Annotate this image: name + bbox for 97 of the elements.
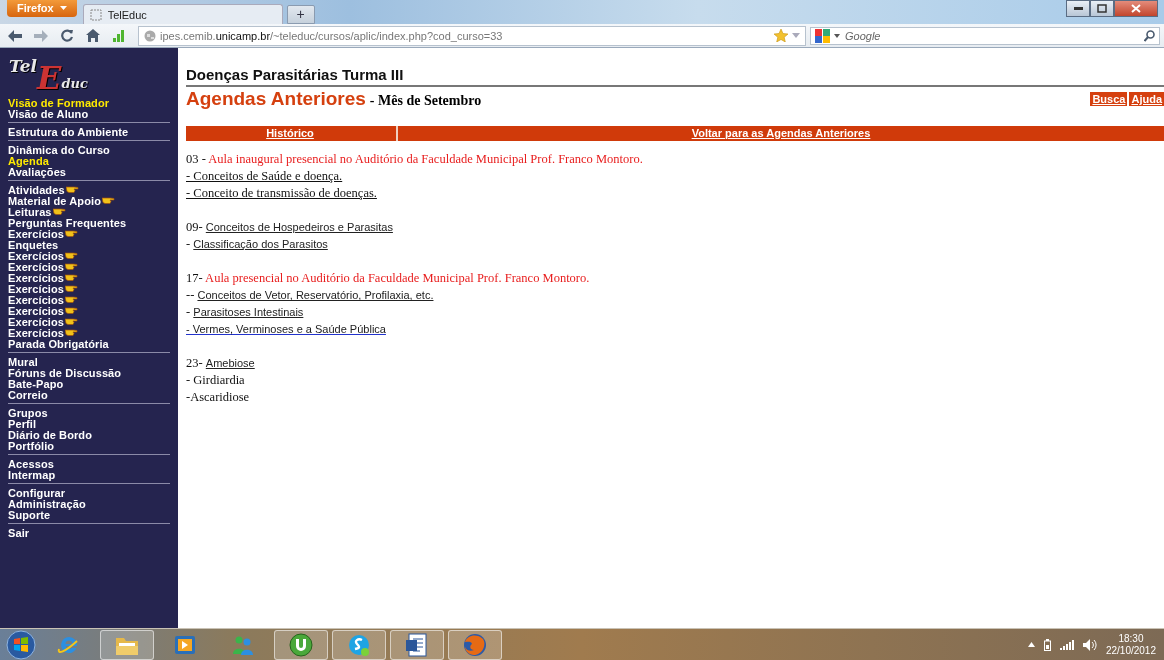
minimize-button[interactable] xyxy=(1066,0,1090,17)
nav-link[interactable]: Leituras xyxy=(8,206,52,217)
taskbar-button[interactable] xyxy=(390,629,444,660)
browser-tab[interactable]: TelEduc xyxy=(82,4,283,24)
agenda-text: 03 - xyxy=(186,152,207,166)
address-field[interactable]: ipes.cemib.unicamp.br/~teleduc/cursos/aplic/index.php?cod_curso=33 xyxy=(138,25,806,46)
nav-link[interactable]: Parada Obrigatória xyxy=(8,338,109,349)
new-tab-button[interactable]: + xyxy=(286,5,315,24)
taskbar-button[interactable] xyxy=(274,629,328,660)
nav-link[interactable]: Dinâmica do Curso xyxy=(8,144,110,155)
torrent-icon xyxy=(289,632,313,657)
topic-link[interactable]: Amebiose xyxy=(205,357,255,369)
home-icon xyxy=(86,29,100,42)
nav-link[interactable]: Suporte xyxy=(8,509,51,520)
topic-link[interactable]: Conceitos de Vetor, Reservatório, Profilaxia, etc. xyxy=(197,289,434,301)
page-icon xyxy=(89,8,102,21)
taskbar-button[interactable] xyxy=(332,629,386,660)
nav-link[interactable]: Fóruns de Discussão xyxy=(8,367,122,378)
nav-link[interactable]: Visão de Aluno xyxy=(8,108,89,119)
media-player-icon xyxy=(174,633,196,656)
nav-link[interactable]: Perfil xyxy=(8,418,37,429)
nav-link[interactable]: Mural xyxy=(8,356,38,367)
speaker-icon[interactable] xyxy=(1082,638,1097,651)
battery-icon[interactable] xyxy=(1043,638,1051,651)
globe-fox-icon xyxy=(462,631,488,658)
agenda-text: -Ascaridiose xyxy=(186,390,250,404)
document-icon xyxy=(405,632,429,657)
forward-arrow-icon xyxy=(34,29,48,42)
nav-link[interactable]: Material de Apoio xyxy=(8,195,101,206)
agenda-text: 09- xyxy=(186,220,204,234)
nav-link[interactable]: Exercícios xyxy=(8,294,65,305)
close-icon xyxy=(1131,4,1141,13)
nav-link[interactable]: Enquetes xyxy=(8,239,59,250)
taskbar-button[interactable] xyxy=(448,629,502,660)
topic-link[interactable]: - Conceito de transmissão de doenças. xyxy=(186,186,377,200)
page-subtitle: - Mês de Setembro xyxy=(369,93,482,109)
agenda-text: - xyxy=(186,237,192,251)
search-bar[interactable]: Google xyxy=(810,26,1160,45)
topic-link[interactable]: - Conceitos de Saúde e doença. xyxy=(186,169,343,183)
clock[interactable]: 18:30 22/10/2012 xyxy=(1105,632,1156,657)
nav-link[interactable]: Exercícios xyxy=(8,316,65,327)
close-button[interactable] xyxy=(1114,0,1158,17)
page-heading: Agendas Anteriores xyxy=(186,88,366,110)
nav-link[interactable]: Exercícios xyxy=(8,261,65,272)
agenda-text: 17- xyxy=(186,271,204,285)
search-field[interactable]: Google xyxy=(843,28,1141,43)
course-title: Doenças Parasitárias Turma III xyxy=(186,62,1164,87)
globe-icon xyxy=(144,29,156,42)
nav-link[interactable]: Exercícios xyxy=(8,305,65,316)
signal-icon[interactable] xyxy=(1059,639,1074,650)
topic-link[interactable]: Conceitos de Hospedeiros e Parasitas xyxy=(205,221,393,233)
show-hidden-icons-icon[interactable] xyxy=(1027,642,1035,647)
nav-link[interactable]: Exercícios xyxy=(8,250,65,261)
nav-link[interactable]: Acessos xyxy=(8,458,54,469)
back-arrow-icon xyxy=(8,29,22,42)
search-icon[interactable] xyxy=(1144,29,1155,42)
nav-link[interactable]: Correio xyxy=(8,389,48,400)
taskbar-button[interactable] xyxy=(100,629,154,660)
minimize-icon xyxy=(1073,7,1083,10)
topic-link[interactable]: Classificação dos Parasitos xyxy=(193,238,328,250)
caret-icon[interactable] xyxy=(834,33,840,38)
header-link[interactable]: Busca xyxy=(1090,92,1128,106)
nav-link[interactable]: Estrutura do Ambiente xyxy=(8,126,129,137)
nav-link[interactable]: Visão de Formador xyxy=(8,97,110,108)
header-link[interactable]: Ajuda xyxy=(1129,92,1164,106)
google-icon[interactable] xyxy=(815,28,831,43)
start-button[interactable] xyxy=(4,629,38,660)
agenda-text: -- xyxy=(186,288,196,302)
nav-link[interactable]: Atividades xyxy=(8,184,65,195)
nav-link[interactable]: Avaliações xyxy=(8,166,67,177)
nav-link[interactable]: Administração xyxy=(8,498,86,509)
event-title: Aula inaugural presencial no Auditório da Faculdade Municipal Prof. Franco Montoro. xyxy=(208,152,643,166)
nav-link[interactable]: Portfólio xyxy=(8,440,55,451)
nav-link[interactable]: Exercícios xyxy=(8,272,65,283)
maximize-button[interactable] xyxy=(1090,0,1114,17)
star-icon[interactable] xyxy=(774,29,788,42)
nav-link[interactable]: Exercícios xyxy=(8,228,65,239)
nav-link[interactable]: Configurar xyxy=(8,487,66,498)
maximize-icon xyxy=(1097,4,1107,13)
caret-icon xyxy=(59,6,67,10)
nav-link[interactable]: Perguntas Frequentes xyxy=(8,217,127,228)
topic-link[interactable]: - Vermes, Verminoses e a Saúde Pública xyxy=(186,323,386,335)
chat-icon xyxy=(347,632,371,657)
topic-link[interactable]: Parasitoses Intestinais xyxy=(193,306,304,318)
nav-link[interactable]: Intermap xyxy=(8,469,56,480)
nav-link[interactable]: Exercícios xyxy=(8,327,65,338)
nav-link[interactable]: Sair xyxy=(8,527,30,538)
nav-link[interactable]: Diário de Bordo xyxy=(8,429,92,440)
nav-link[interactable]: Grupos xyxy=(8,407,48,418)
event-title: Aula presencial no Auditório da Faculdade Municipal Prof. Franco Montoro. xyxy=(205,271,590,285)
agenda-text: - xyxy=(186,305,192,319)
nav-link[interactable]: Exercícios xyxy=(8,283,65,294)
agenda-text: - Girdiardia xyxy=(186,373,245,387)
reload-icon xyxy=(60,29,74,42)
agenda-text: 23- xyxy=(186,356,204,370)
nav-link[interactable]: Agenda xyxy=(8,155,49,166)
nav-link[interactable]: Bate-Papo xyxy=(8,378,64,389)
